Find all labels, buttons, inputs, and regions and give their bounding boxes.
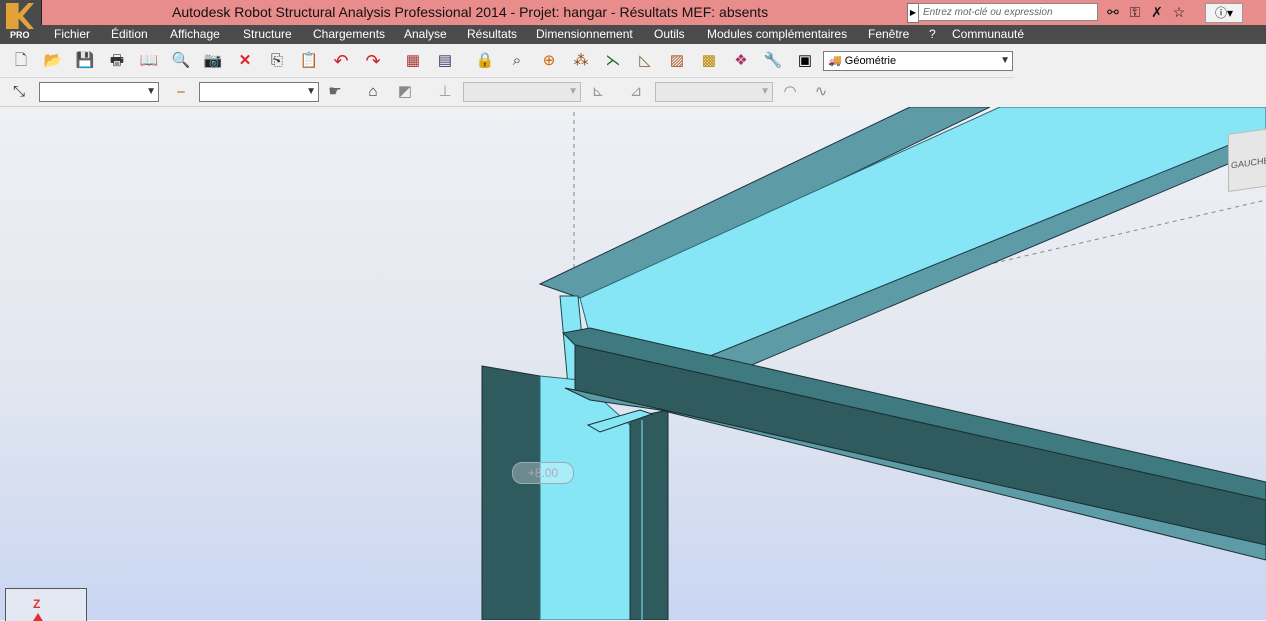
preview-icon[interactable]: 🔍 <box>170 50 192 72</box>
menu-dimensionnement[interactable]: Dimensionnement <box>536 27 633 41</box>
column-web <box>539 375 631 620</box>
layers-icon[interactable]: ◩ <box>394 81 416 103</box>
bar-select-icon[interactable]: ⎯ <box>170 81 192 103</box>
cube-icon[interactable]: ❖ <box>730 50 752 72</box>
materials-icon[interactable]: ▩ <box>698 50 720 72</box>
chevron-down-icon: ▼ <box>1000 55 1010 66</box>
chevron-down-icon: ▼ <box>146 86 156 97</box>
wave-icon[interactable]: ∿ <box>810 81 832 103</box>
section-icon[interactable]: ◺ <box>634 50 656 72</box>
nodes-icon[interactable]: ⁂ <box>570 50 592 72</box>
selection-toolbar: ⤡ ▼ ⎯ ▼ ☛ ⌂ ◩ ⊥ ▼ ⊾ ⊿ ▼ ◠ ∿ <box>0 78 840 107</box>
main-toolbar: 🗋 📂 💾 🖶 📖 🔍 📷 ✕ ⎘ 📋 ↶ ↷ ▦ ▤ 🔒 ⌕ ⊕ ⁂ ⋋ ◺ … <box>0 45 1014 78</box>
hand-icon[interactable]: ☛ <box>324 81 346 103</box>
axis-indicator: Z <box>5 588 87 621</box>
layout-combo[interactable]: 🚚 Géométrie ▼ <box>823 51 1013 71</box>
menu-modules[interactable]: Modules complémentaires <box>707 27 847 41</box>
menu-analyse[interactable]: Analyse <box>404 27 447 41</box>
load-case-icon[interactable]: ⊿ <box>625 81 647 103</box>
frame-icon[interactable]: ⌂ <box>362 81 384 103</box>
book-icon[interactable]: 📖 <box>138 50 160 72</box>
column-flange-right <box>629 409 669 620</box>
menu-outils[interactable]: Outils <box>654 27 685 41</box>
title-bar: Autodesk Robot Structural Analysis Profe… <box>0 0 1266 25</box>
calculator-icon[interactable]: ▦ <box>402 50 424 72</box>
viewcube-face-label: GAUCHE <box>1231 155 1266 171</box>
search-input[interactable]: Entrez mot-clé ou expression <box>918 3 1098 21</box>
menu-bar: Fichier Édition Affichage Structure Char… <box>41 25 1266 44</box>
wrench-icon[interactable]: 🔧 <box>762 50 784 72</box>
menu-resultats[interactable]: Résultats <box>467 27 517 41</box>
key-icon[interactable]: ⚿ <box>1126 3 1144 21</box>
node-select-icon[interactable]: ⤡ <box>8 81 30 103</box>
support-icon[interactable]: ⊥ <box>434 81 456 103</box>
camera-icon[interactable]: 📷 <box>202 50 224 72</box>
open-icon[interactable]: 📂 <box>42 50 64 72</box>
star-icon[interactable]: ☆ <box>1170 3 1188 21</box>
window-title: Autodesk Robot Structural Analysis Profe… <box>172 4 769 20</box>
delete-icon[interactable]: ✕ <box>234 50 256 72</box>
column-flange-left <box>481 365 541 620</box>
undo-icon[interactable]: ↶ <box>330 50 352 72</box>
zoom-icon[interactable]: ⌕ <box>506 50 528 72</box>
3d-viewport[interactable]: +8.00 <box>0 107 1266 620</box>
paste-icon[interactable]: 📋 <box>298 50 320 72</box>
chevron-down-icon: ▼ <box>568 86 578 97</box>
target-icon[interactable]: ⊕ <box>538 50 560 72</box>
load-icon[interactable]: ⊾ <box>587 81 609 103</box>
layout-combo-value: Géométrie <box>844 55 897 67</box>
window-icon[interactable]: ▣ <box>794 50 816 72</box>
node-selection-combo[interactable]: ▼ <box>39 82 159 102</box>
menu-affichage[interactable]: Affichage <box>170 27 220 41</box>
robot-logo-icon <box>6 3 34 29</box>
viewcube[interactable]: GAUCHE <box>1228 128 1266 192</box>
help-icon: ⓘ▾ <box>1214 6 1234 20</box>
z-axis-label: Z <box>33 597 41 611</box>
print-icon[interactable]: 🖶 <box>106 50 128 72</box>
structure-model <box>481 107 1266 620</box>
chevron-down-icon: ▼ <box>306 86 316 97</box>
menu-help[interactable]: ? <box>929 27 936 41</box>
menu-edition[interactable]: Édition <box>111 27 148 41</box>
redo-icon[interactable]: ↷ <box>362 50 384 72</box>
chevron-down-icon: ▼ <box>760 86 770 97</box>
menu-chargements[interactable]: Chargements <box>313 27 385 41</box>
copy-icon[interactable]: ⎘ <box>266 50 288 72</box>
beam-web <box>574 344 1266 546</box>
menu-structure[interactable]: Structure <box>243 27 292 41</box>
new-icon[interactable]: 🗋 <box>10 50 32 72</box>
table-icon[interactable]: ▤ <box>434 50 456 72</box>
title-icons: ⚯ ⚿ ✗ ☆ <box>1104 3 1196 21</box>
level-label: +8.00 <box>512 462 574 484</box>
lock-icon[interactable]: 🔒 <box>474 50 496 72</box>
menu-communaute[interactable]: Communauté <box>952 27 1024 41</box>
vehicle-icon: 🚚 <box>828 55 845 67</box>
bar-selection-combo[interactable]: ▼ <box>199 82 319 102</box>
menu-fichier[interactable]: Fichier <box>54 27 90 41</box>
load-combo[interactable]: ▼ <box>655 82 773 102</box>
help-button[interactable]: ⓘ▾ <box>1205 3 1243 23</box>
app-logo[interactable]: PRO <box>0 0 42 44</box>
hatch-icon[interactable]: ▨ <box>666 50 688 72</box>
binoculars-icon[interactable]: ⚯ <box>1104 3 1122 21</box>
bars-icon[interactable]: ⋋ <box>602 50 624 72</box>
save-icon[interactable]: 💾 <box>74 50 96 72</box>
menu-fenetre[interactable]: Fenêtre <box>868 27 909 41</box>
case-combo[interactable]: ▼ <box>463 82 581 102</box>
deformation-icon[interactable]: ◠ <box>779 81 801 103</box>
x-cross-icon[interactable]: ✗ <box>1148 3 1166 21</box>
logo-pro-label: PRO <box>10 30 30 40</box>
